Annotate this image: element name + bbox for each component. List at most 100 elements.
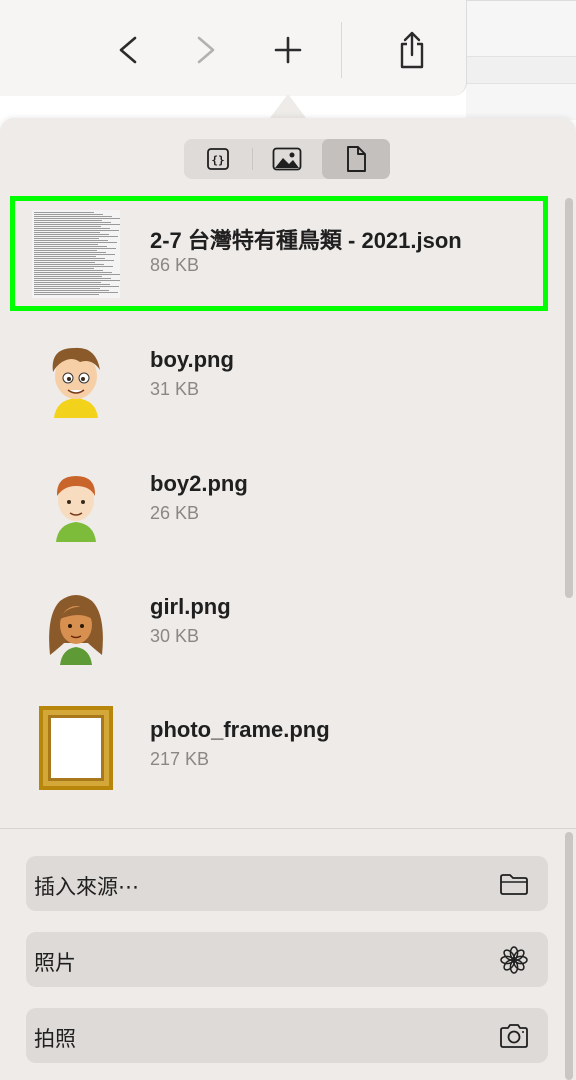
file-row[interactable]: 2-7 台灣特有種鳥類 - 2021.json 86 KB	[10, 196, 548, 311]
boy2-avatar-thumbnail	[32, 458, 120, 546]
preview-line	[34, 286, 119, 287]
window-edge	[466, 0, 576, 1]
photos-button[interactable]: 照片	[26, 932, 548, 987]
preview-line	[34, 290, 109, 291]
file-size: 86 KB	[150, 255, 200, 275]
preview-line	[34, 294, 99, 295]
preview-line	[34, 226, 101, 227]
preview-line	[34, 288, 100, 289]
preview-line	[34, 274, 120, 275]
code-braces-icon: {}	[207, 148, 229, 170]
folder-icon	[498, 868, 530, 900]
boy2-avatar-icon	[56, 476, 96, 542]
insert-from-button[interactable]: 插入來源⋯	[26, 856, 548, 911]
preview-line	[34, 278, 111, 279]
preview-line	[34, 280, 120, 281]
photo-frame-icon	[39, 706, 113, 790]
chevron-left-icon	[119, 36, 137, 64]
file-size: 31 KB	[150, 379, 200, 399]
photo-frame-thumbnail	[32, 704, 120, 792]
svg-text:{}: {}	[211, 154, 224, 167]
preview-line	[34, 234, 109, 235]
camera-icon	[498, 1020, 530, 1052]
file-row[interactable]: boy2.png 26 KB	[10, 444, 548, 559]
preview-line	[34, 282, 101, 283]
segment-files[interactable]	[322, 139, 390, 179]
preview-line	[34, 260, 114, 261]
photos-label: 照片	[34, 952, 76, 975]
preview-line	[34, 272, 112, 273]
section-divider	[0, 828, 576, 829]
preview-line	[34, 284, 110, 285]
preview-line	[34, 264, 104, 265]
preview-line	[34, 216, 112, 217]
preview-line	[34, 230, 119, 231]
popover-arrow	[270, 94, 306, 118]
girl-avatar-icon	[49, 595, 103, 665]
preview-line	[34, 254, 115, 255]
insert-from-label: 插入來源⋯	[34, 876, 139, 899]
preview-line	[34, 292, 118, 293]
file-name: 2-7 台灣特有種鳥類 - 2021.json	[150, 228, 462, 253]
preview-line	[34, 222, 111, 223]
browser-toolbar	[0, 0, 467, 96]
window-toolbar-strip	[466, 56, 576, 84]
boy-avatar-icon	[52, 347, 100, 418]
segment-code[interactable]: {}	[184, 139, 252, 179]
preview-line	[34, 248, 116, 249]
json-text-preview	[32, 210, 120, 298]
preview-line	[34, 252, 106, 253]
preview-line	[34, 246, 107, 247]
file-size: 26 KB	[150, 503, 200, 523]
preview-line	[34, 270, 103, 271]
background-window	[466, 0, 576, 120]
preview-line	[34, 256, 96, 257]
preview-line	[34, 266, 113, 267]
json-preview-thumbnail	[32, 210, 120, 298]
take-photo-button[interactable]: 拍照	[26, 1008, 548, 1063]
photo-icon	[272, 147, 302, 171]
actions-scrollbar[interactable]	[565, 832, 573, 1080]
preview-line	[34, 250, 97, 251]
file-name: girl.png	[150, 594, 231, 619]
flower-icon	[498, 944, 530, 976]
preview-line	[34, 224, 120, 225]
source-segmented-control: {}	[184, 139, 390, 179]
preview-line	[34, 262, 95, 263]
preview-line	[34, 244, 98, 245]
file-row[interactable]: girl.png 30 KB	[10, 567, 548, 682]
preview-line	[34, 236, 118, 237]
file-name: boy2.png	[150, 471, 248, 496]
preview-line	[34, 240, 108, 241]
plus-icon	[274, 36, 302, 64]
preview-line	[34, 238, 99, 239]
file-row[interactable]: boy.png 31 KB	[10, 320, 548, 435]
file-name: boy.png	[150, 347, 234, 372]
preview-line	[34, 242, 117, 243]
file-row[interactable]: photo_frame.png 217 KB	[10, 690, 548, 805]
file-list-scrollbar[interactable]	[565, 198, 573, 598]
share-icon	[400, 31, 424, 69]
file-picker-popover: {} 2-7 台灣特有種鳥類 - 2021.json 86 KB boy.png…	[0, 118, 576, 1080]
preview-line	[34, 258, 105, 259]
girl-avatar-thumbnail	[32, 581, 120, 669]
boy-avatar-thumbnail	[32, 334, 120, 422]
preview-line	[34, 276, 102, 277]
new-tab-button[interactable]	[266, 28, 310, 72]
share-button[interactable]	[390, 28, 434, 72]
preview-line	[34, 218, 120, 219]
preview-line	[34, 232, 100, 233]
flower-center	[511, 957, 517, 963]
preview-line	[34, 214, 103, 215]
toolbar-separator	[341, 22, 342, 78]
back-button[interactable]	[106, 28, 150, 72]
chevron-right-icon	[197, 36, 215, 64]
forward-button[interactable]	[184, 28, 228, 72]
file-size: 30 KB	[150, 626, 200, 646]
document-icon	[347, 146, 366, 172]
preview-line	[34, 228, 110, 229]
preview-line	[34, 212, 94, 213]
segment-photos[interactable]	[253, 139, 321, 179]
file-name: photo_frame.png	[150, 717, 330, 742]
file-size: 217 KB	[150, 749, 210, 769]
